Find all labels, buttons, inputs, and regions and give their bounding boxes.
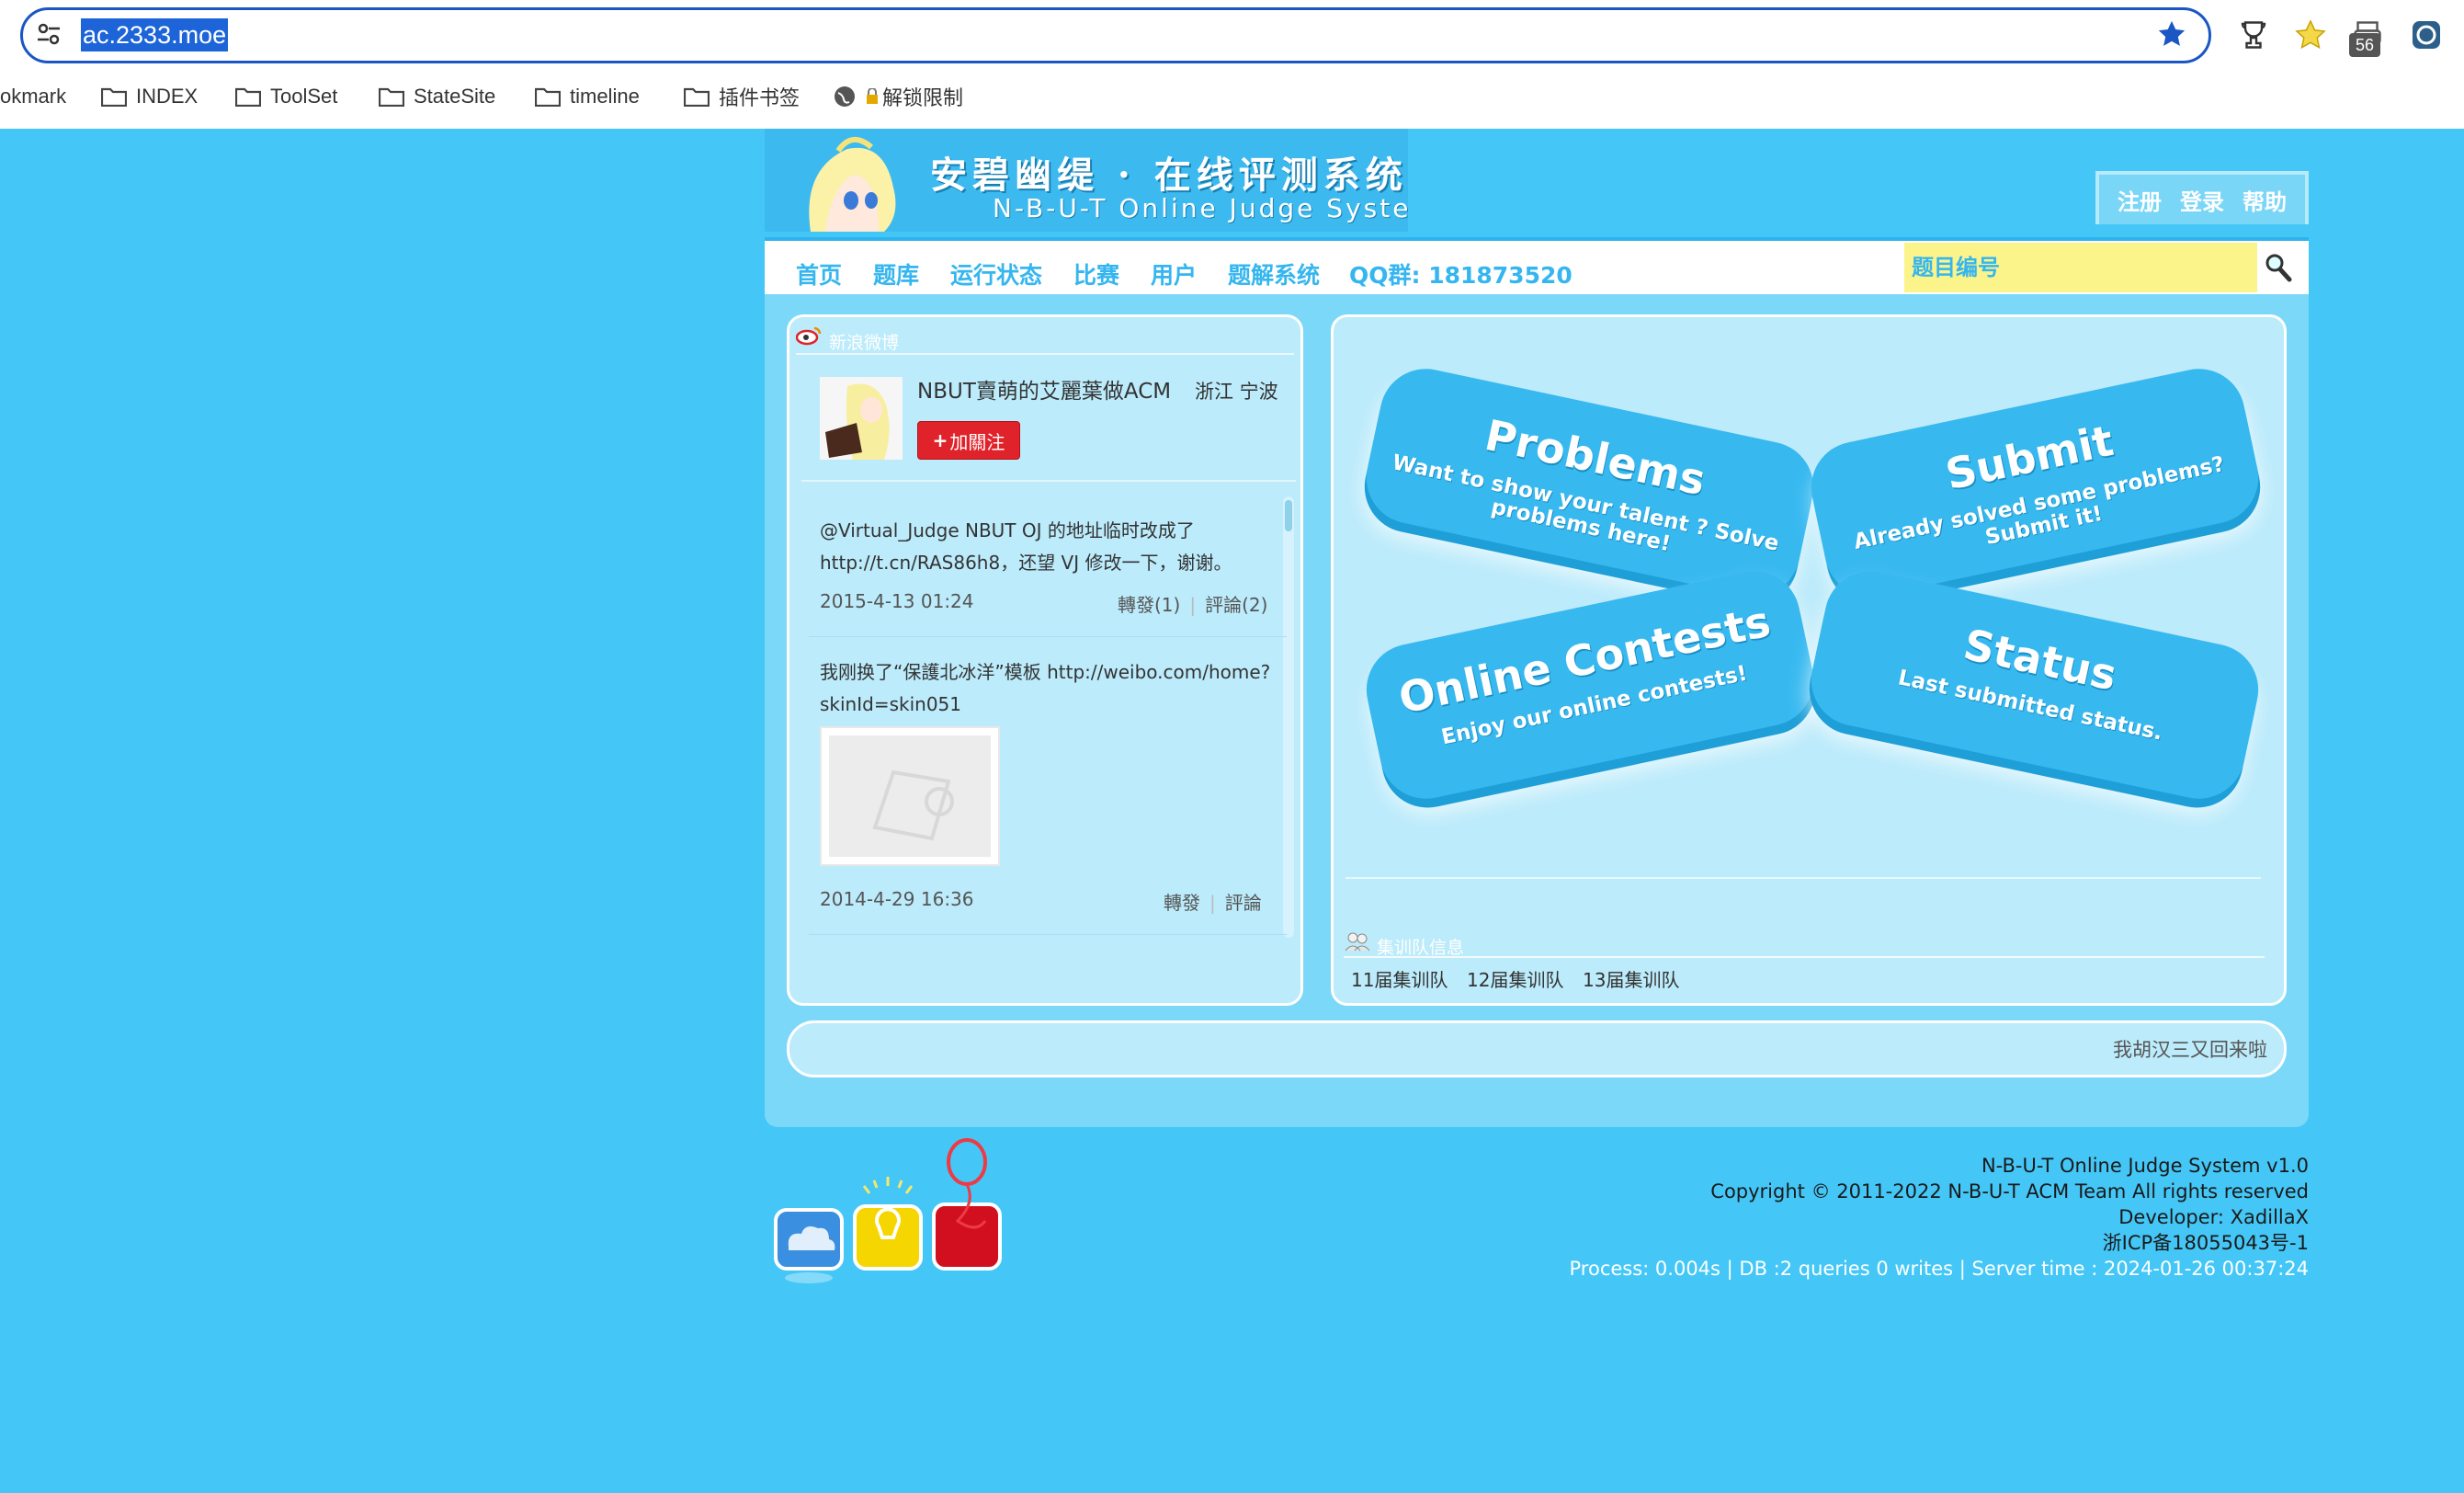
folder-icon: [535, 87, 561, 107]
footer-system-name: N-B-U-T Online Judge System v1.0: [1981, 1155, 2309, 1177]
account-links: 注册 登录 帮助: [2095, 171, 2309, 224]
nav-status[interactable]: 运行状态: [950, 257, 1042, 291]
weibo-location: 浙江 宁波: [1195, 381, 1278, 403]
bookmark-folder-plugins[interactable]: 插件书签: [684, 81, 800, 112]
favorites-star-icon[interactable]: [2294, 18, 2327, 51]
weibo-title: 新浪微博: [829, 333, 900, 353]
team-logos: [768, 1136, 1007, 1293]
bookmark-folder-toolset[interactable]: ToolSet: [235, 81, 337, 112]
bookmark-item[interactable]: okmark: [0, 81, 66, 112]
search-icon[interactable]: [2265, 253, 2292, 282]
lightbulb-logo-icon: [853, 1177, 923, 1271]
team-link-13[interactable]: 13届集训队: [1583, 965, 1679, 992]
team-link-11[interactable]: 11届集训队: [1351, 965, 1448, 992]
profile-extension-icon[interactable]: [2410, 18, 2443, 51]
weibo-post-date: 2015-4-13 01:24: [820, 590, 974, 612]
weibo-post-date: 2014-4-29 16:36: [820, 888, 974, 910]
follow-label: 加關注: [949, 430, 1005, 453]
site-footer: N-B-U-T Online Judge System v1.0 Copyrig…: [1570, 1153, 2309, 1282]
weibo-post-text: @Virtual_Judge NBUT OJ 的地址临时改成了 http://t…: [820, 519, 1232, 574]
footer-icp[interactable]: 浙ICP备18055043号-1: [1570, 1230, 2309, 1256]
bookmark-label: 解锁限制: [882, 86, 964, 109]
lock-icon: [867, 88, 878, 104]
message-text: 我胡汉三又回来啦: [2113, 1039, 2267, 1061]
extension-badge: 56: [2349, 33, 2380, 57]
post-divider: [809, 636, 1287, 637]
message-bar: [787, 1020, 2287, 1077]
nav-solutions[interactable]: 题解系统: [1228, 257, 1320, 291]
site-banner[interactable]: 安碧幽缇 · 在线评测系统 N-B-U-T Online Judge Syste…: [765, 129, 1408, 232]
folder-icon: [684, 87, 710, 107]
feed-divider: [801, 480, 1296, 482]
follow-button[interactable]: + 加關注: [917, 421, 1020, 460]
banner-title: 安碧幽缇 · 在线评测系统: [930, 154, 1408, 197]
bookmark-unlock[interactable]: 解锁限制: [833, 81, 963, 112]
bookmark-star-icon[interactable]: [2156, 18, 2187, 50]
comment-link[interactable]: 評論(2): [1205, 594, 1267, 616]
login-link[interactable]: 登录: [2180, 184, 2224, 216]
bookmark-label: StateSite: [414, 85, 496, 108]
plus-icon: +: [932, 429, 948, 451]
weibo-title-divider: [796, 353, 1294, 355]
folder-icon: [235, 87, 261, 107]
help-link[interactable]: 帮助: [2243, 184, 2287, 216]
bookmark-label: 插件书签: [719, 86, 801, 109]
feed-scroll-thumb[interactable]: [1285, 500, 1292, 531]
folder-icon: [101, 87, 127, 107]
bookmarks-bar: [0, 74, 2464, 121]
weibo-post-actions: 轉發 | 評論: [1164, 888, 1262, 915]
trophy-extension-icon[interactable]: [2237, 18, 2270, 51]
weibo-post-actions: 轉發(1) | 評論(2): [1118, 590, 1267, 617]
footer-process-stats: Process: 0.004s | DB :2 queries 0 writes…: [1569, 1258, 2309, 1280]
separator: |: [1189, 594, 1197, 616]
weibo-icon: [796, 325, 822, 346]
nav-qq-group[interactable]: QQ群: 181873520: [1349, 257, 1573, 291]
team-link-12[interactable]: 12届集训队: [1467, 965, 1563, 992]
footer-developer[interactable]: Developer: XadillaX: [1570, 1204, 2309, 1230]
team-icon: [1344, 930, 1371, 952]
weibo-account-name[interactable]: NBUT賣萌的艾麗葉做ACM: [917, 373, 1171, 405]
problem-id-search[interactable]: [1904, 243, 2257, 292]
bookmark-label: INDEX: [136, 85, 199, 108]
register-link[interactable]: 注册: [2118, 184, 2162, 216]
nav-problems[interactable]: 题库: [873, 257, 919, 291]
banner-subtitle: N-B-U-T Online Judge System: [993, 193, 1408, 223]
weibo-post-text: 我刚换了“保護北冰洋”模板 http://weibo.com/home?skin…: [820, 661, 1271, 715]
bookmark-folder-index[interactable]: INDEX: [101, 81, 198, 112]
bookmark-label: timeline: [570, 85, 640, 108]
nav-users[interactable]: 用户: [1151, 257, 1197, 291]
separator: |: [1209, 892, 1216, 914]
mascot-illustration: [783, 132, 921, 232]
problem-id-input[interactable]: [1904, 243, 2257, 292]
address-bar[interactable]: [20, 7, 2211, 63]
repost-link[interactable]: 轉發: [1164, 892, 1200, 914]
cloud-logo-icon: [774, 1208, 844, 1283]
weibo-avatar[interactable]: [820, 377, 903, 460]
folder-icon: [379, 87, 404, 107]
image-placeholder-icon: [829, 735, 991, 857]
comment-link[interactable]: 評論: [1225, 892, 1262, 914]
nav-contests[interactable]: 比赛: [1073, 257, 1119, 291]
hub-divider: [1346, 877, 2261, 879]
url-text[interactable]: ac.2333.moe: [81, 18, 229, 51]
balloon-logo-icon: [932, 1138, 1002, 1271]
nav-home[interactable]: 首页: [796, 257, 842, 291]
footer-copyright: Copyright © 2011-2022 N-B-U-T ACM Team A…: [1710, 1180, 2309, 1202]
bookmark-label: ToolSet: [270, 85, 338, 108]
globe-icon: [835, 86, 855, 107]
repost-link[interactable]: 轉發(1): [1118, 594, 1180, 616]
team-title-divider: [1344, 956, 2265, 958]
site-settings-icon[interactable]: [35, 20, 62, 48]
post-divider: [809, 934, 1287, 935]
bookmark-folder-statesite[interactable]: StateSite: [379, 81, 495, 112]
feed-scrollbar[interactable]: [1283, 496, 1294, 938]
bookmark-folder-timeline[interactable]: timeline: [535, 81, 640, 112]
team-info-title: 集训队信息: [1377, 938, 1465, 958]
bookmark-label: okmark: [0, 85, 67, 108]
